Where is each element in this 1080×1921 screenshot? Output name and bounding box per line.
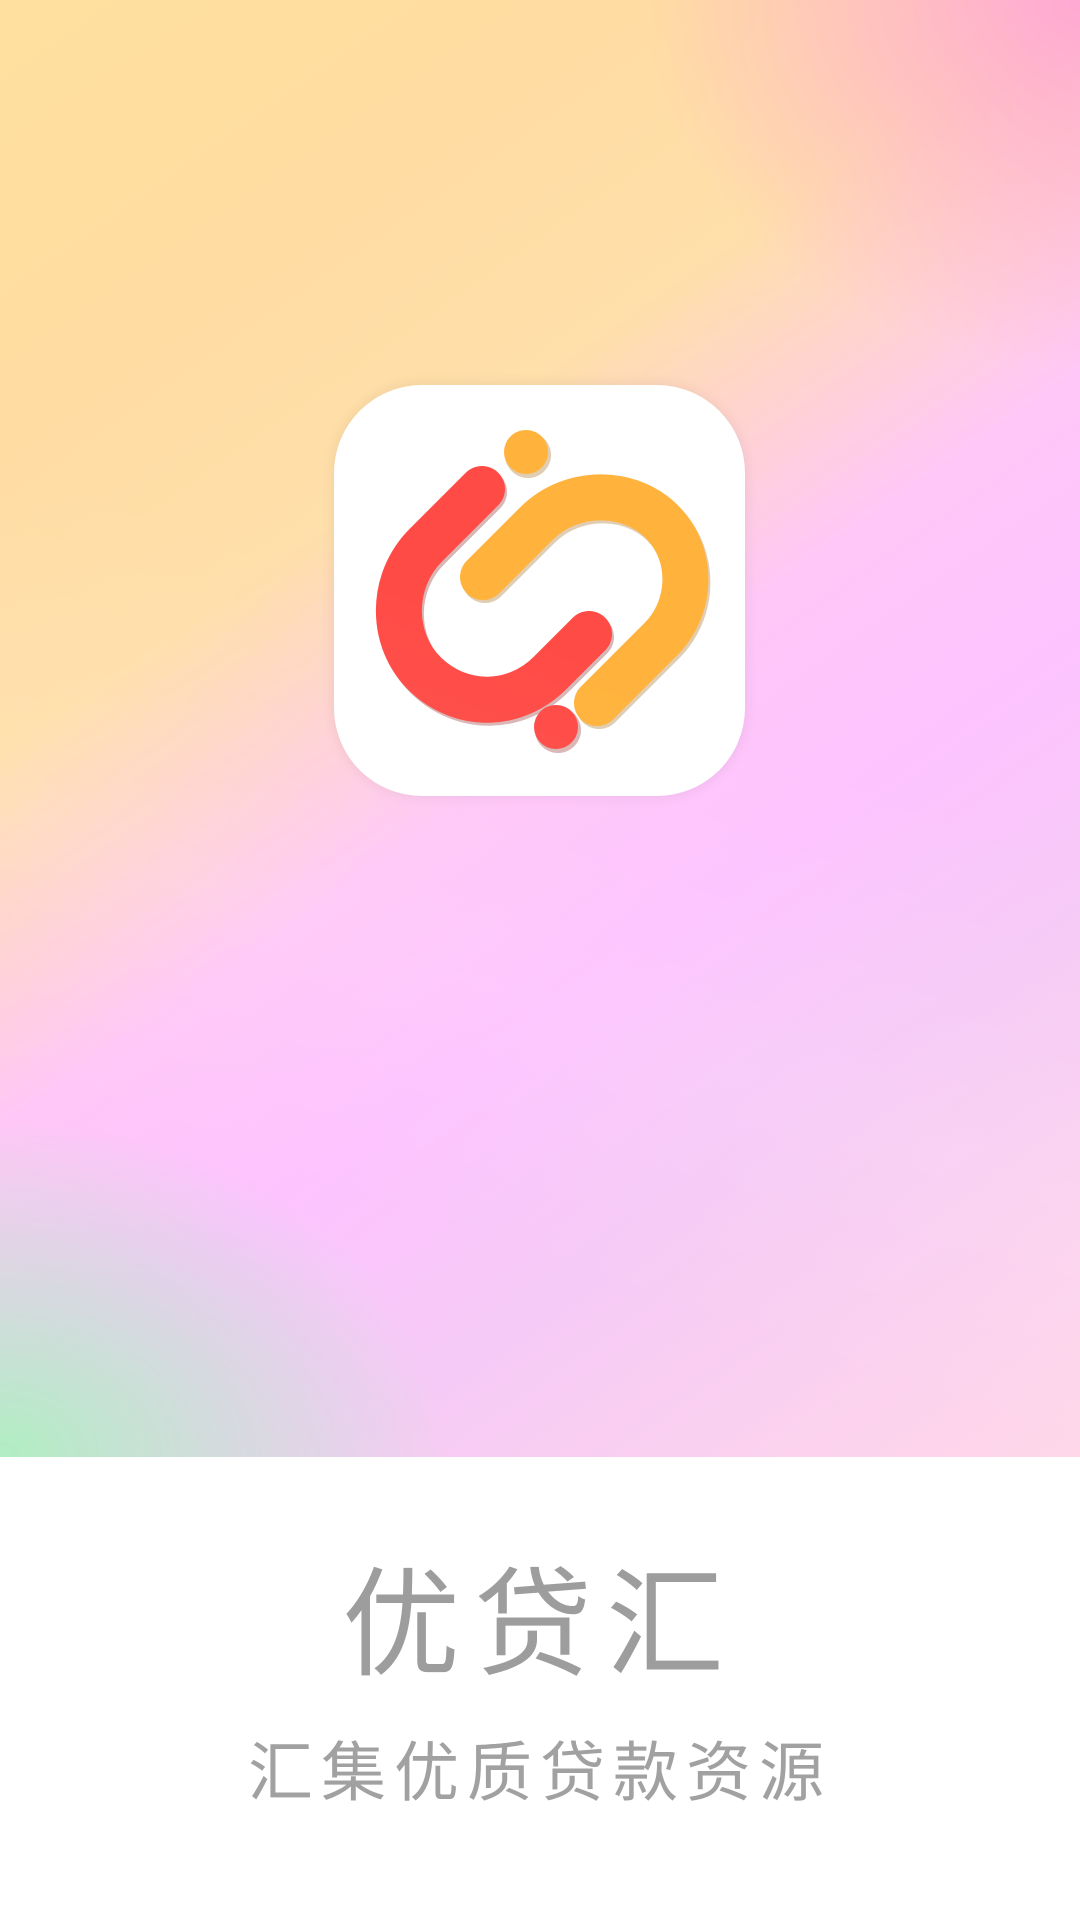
app-logo-card (334, 385, 745, 796)
splash-screen: 优贷汇 汇集优质贷款资源 (0, 0, 1080, 1921)
gradient-hero-background (0, 0, 1080, 1457)
app-slogan-text: 汇集优质贷款资源 (247, 1736, 832, 1811)
chain-link-logo-icon (376, 430, 711, 753)
app-name-title: 优贷汇 (341, 1556, 738, 1694)
